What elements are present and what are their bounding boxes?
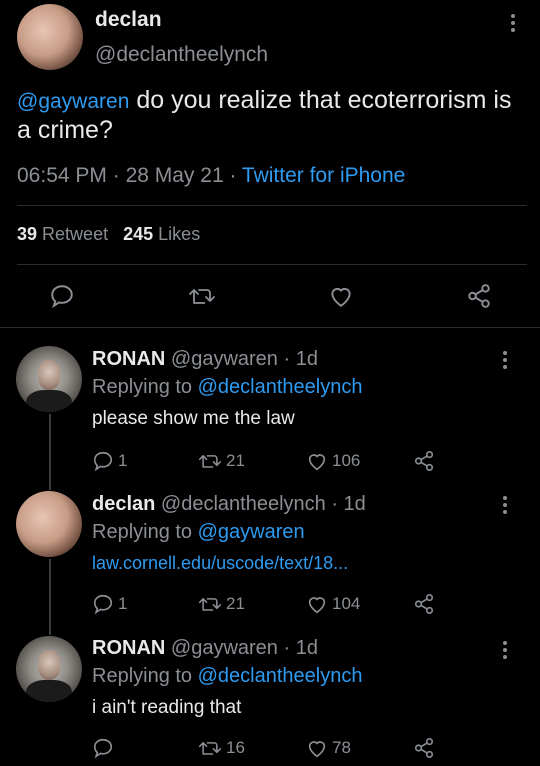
author-avatar[interactable] xyxy=(17,4,83,70)
like-count: 104 xyxy=(332,594,361,613)
like-count[interactable]: 245 xyxy=(123,224,153,244)
tweet-date: 28 May 21 xyxy=(125,164,224,187)
reply-icon[interactable] xyxy=(92,737,114,759)
reply-handle-time[interactable]: @declantheelynch · 1d xyxy=(161,493,366,515)
share-icon[interactable] xyxy=(466,283,492,309)
reply-avatar[interactable] xyxy=(16,491,82,557)
reply-handle-time[interactable]: @gaywaren · 1d xyxy=(171,348,318,370)
reply-icon[interactable] xyxy=(49,283,75,309)
like-count: 78 xyxy=(332,738,351,757)
like-label[interactable]: Likes xyxy=(158,224,200,244)
reply-display-name[interactable]: declan xyxy=(92,493,155,515)
divider xyxy=(17,264,527,265)
reply-text: i ain't reading that xyxy=(92,697,242,718)
retweet-icon[interactable] xyxy=(198,593,222,615)
thread-line xyxy=(49,414,51,490)
retweet-action[interactable]: 16 xyxy=(198,737,245,759)
reply-header: RONAN @gaywaren · 1d xyxy=(92,348,318,371)
replying-to-link[interactable]: @gaywaren xyxy=(198,521,305,543)
replying-to: Replying to @declantheelynch xyxy=(92,376,363,398)
replying-to-link[interactable]: @declantheelynch xyxy=(198,376,363,398)
retweet-count: 16 xyxy=(226,738,245,757)
tweet-text: @gaywaren do you realize that ecoterrori… xyxy=(17,86,512,144)
reply-header: declan @declantheelynch · 1d xyxy=(92,493,366,516)
retweet-icon[interactable] xyxy=(198,737,222,759)
reply-text: please show me the law xyxy=(92,408,295,429)
reply-icon[interactable] xyxy=(92,450,114,472)
more-icon[interactable] xyxy=(497,641,513,659)
reply-display-name[interactable]: RONAN xyxy=(92,637,165,659)
tweet-time: 06:54 PM xyxy=(17,164,107,187)
divider xyxy=(0,327,540,328)
share-icon[interactable] xyxy=(413,737,435,759)
retweet-action[interactable]: 21 xyxy=(198,593,245,615)
replying-to: Replying to @gaywaren xyxy=(92,521,305,543)
retweet-icon[interactable] xyxy=(188,283,216,309)
retweet-count: 21 xyxy=(226,451,245,470)
retweet-count[interactable]: 39 xyxy=(17,224,37,244)
tweet-client-link[interactable]: Twitter for iPhone xyxy=(242,164,405,187)
author-display-name[interactable]: declan xyxy=(95,8,162,32)
thread-line xyxy=(49,559,51,635)
retweet-label[interactable]: Retweet xyxy=(42,224,108,244)
mention-link[interactable]: @gaywaren xyxy=(17,90,129,113)
more-icon[interactable] xyxy=(497,496,513,514)
reply-count: 1 xyxy=(118,451,128,470)
retweet-count: 21 xyxy=(226,594,245,613)
reply-avatar[interactable] xyxy=(16,636,82,702)
share-icon[interactable] xyxy=(413,593,435,615)
author-handle[interactable]: @declantheelynch xyxy=(95,43,268,67)
reply-action[interactable] xyxy=(92,737,118,759)
reply-action[interactable]: 1 xyxy=(92,450,127,472)
like-icon[interactable] xyxy=(306,450,328,472)
reply-count: 1 xyxy=(118,594,128,613)
reply-handle-time[interactable]: @gaywaren · 1d xyxy=(171,637,318,659)
like-icon[interactable] xyxy=(306,737,328,759)
divider xyxy=(17,205,527,206)
like-action[interactable]: 106 xyxy=(306,450,360,472)
engagement-stats: 39 Retweet 245 Likes xyxy=(17,224,200,245)
retweet-icon[interactable] xyxy=(198,450,222,472)
tweet-metadata: 06:54 PM · 28 May 21 · Twitter for iPhon… xyxy=(17,164,406,187)
like-action[interactable]: 104 xyxy=(306,593,360,615)
reply-icon[interactable] xyxy=(92,593,114,615)
like-icon[interactable] xyxy=(328,283,354,309)
more-icon[interactable] xyxy=(505,14,521,32)
like-icon[interactable] xyxy=(306,593,328,615)
reply-action[interactable]: 1 xyxy=(92,593,127,615)
share-icon[interactable] xyxy=(413,450,435,472)
replying-to-link[interactable]: @declantheelynch xyxy=(198,665,363,687)
reply-header: RONAN @gaywaren · 1d xyxy=(92,637,318,660)
replying-to: Replying to @declantheelynch xyxy=(92,665,363,687)
reply-link[interactable]: law.cornell.edu/uscode/text/18... xyxy=(92,553,348,574)
like-count: 106 xyxy=(332,451,361,470)
like-action[interactable]: 78 xyxy=(306,737,351,759)
reply-display-name[interactable]: RONAN xyxy=(92,348,165,370)
retweet-action[interactable]: 21 xyxy=(198,450,245,472)
more-icon[interactable] xyxy=(497,351,513,369)
reply-avatar[interactable] xyxy=(16,346,82,412)
